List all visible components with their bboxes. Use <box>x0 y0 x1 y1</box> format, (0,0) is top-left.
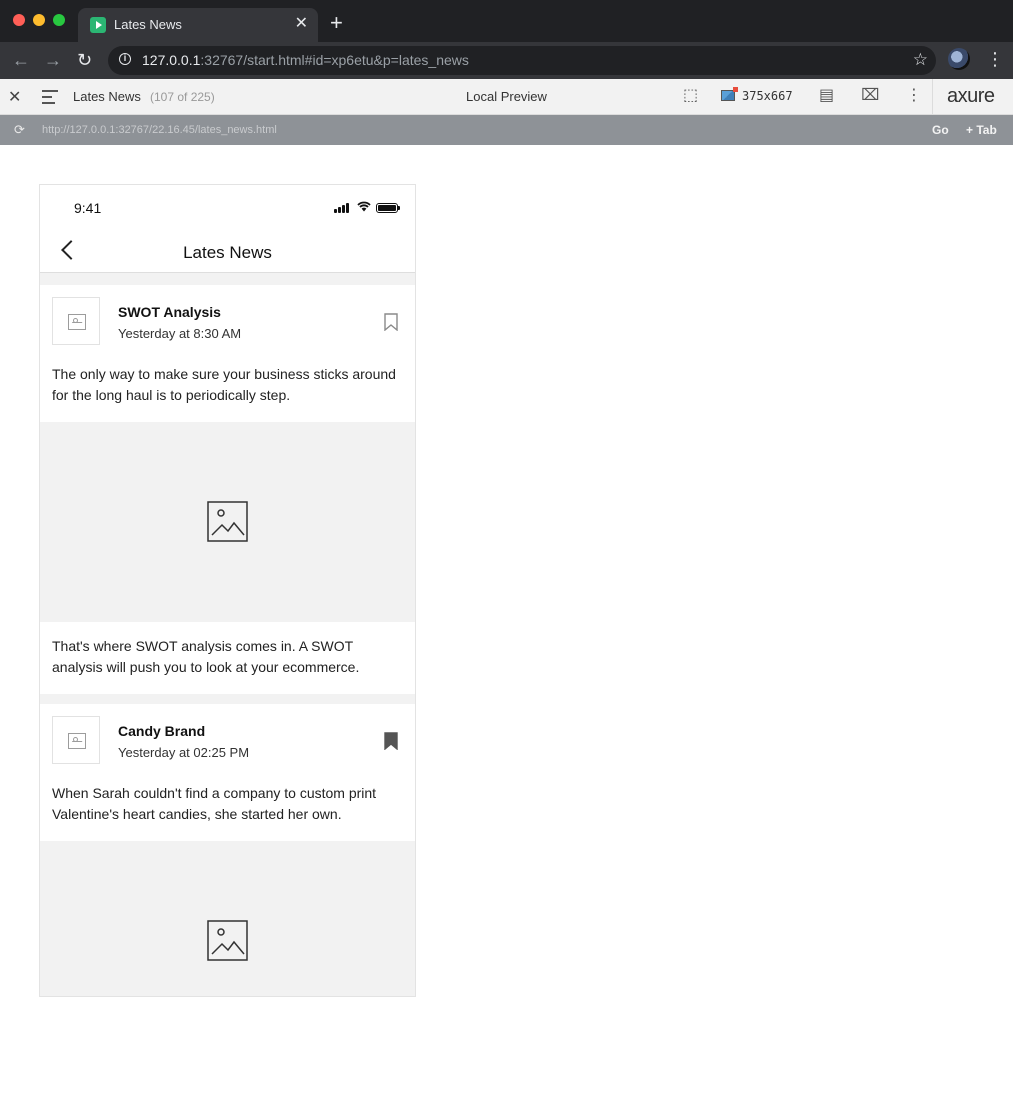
post-image <box>40 422 415 622</box>
back-arrow-icon[interactable]: ← <box>12 50 30 70</box>
refresh-icon[interactable]: ⟳ <box>14 122 25 138</box>
url-text[interactable]: 127.0.0.1:32767/start.html#id=xp6etu&p=l… <box>142 52 469 68</box>
kebab-menu-icon[interactable]: ⋮ <box>906 87 922 105</box>
notes-icon[interactable]: ▤ <box>819 87 834 105</box>
preview-url-strip: ⟳ http://127.0.0.1:32767/22.16.45/lates_… <box>0 115 1013 145</box>
variables-icon[interactable]: ⌧ <box>861 87 879 105</box>
news-card[interactable]: SWOT Analysis Yesterday at 8:30 AM The o… <box>40 285 415 422</box>
post-time: Yesterday at 8:30 AM <box>118 326 242 341</box>
post-time: Yesterday at 02:25 PM <box>118 745 250 760</box>
post-text: The only way to make sure your business … <box>52 366 396 403</box>
browser-tab[interactable]: Lates News ✕ <box>78 8 318 42</box>
news-card-caption: That's where SWOT analysis comes in. A S… <box>40 622 415 694</box>
post-image <box>40 841 415 996</box>
author-thumbnail <box>52 297 100 345</box>
bookmark-filled-icon[interactable] <box>384 732 398 750</box>
kebab-menu-icon[interactable]: ⋮ <box>986 49 1004 69</box>
inspect-cursor-icon[interactable]: ⬚ <box>683 87 698 105</box>
go-button[interactable]: Go <box>932 123 949 137</box>
image-placeholder-icon <box>68 733 86 749</box>
post-caption: That's where SWOT analysis comes in. A S… <box>52 638 360 675</box>
info-icon[interactable]: i <box>119 53 131 65</box>
page-name[interactable]: Lates News <box>73 89 141 104</box>
bookmark-outline-icon[interactable] <box>384 313 398 331</box>
tab-title: Lates News <box>114 17 182 32</box>
reload-icon[interactable]: ↻ <box>77 50 92 70</box>
post-title: SWOT Analysis <box>118 304 221 320</box>
image-placeholder-icon <box>207 501 248 542</box>
forward-arrow-icon[interactable]: → <box>44 50 62 70</box>
news-card[interactable]: Candy Brand Yesterday at 02:25 PM When S… <box>40 704 415 841</box>
page-title: Lates News <box>183 243 272 262</box>
status-bar: 9:41 <box>40 185 415 229</box>
device-size-label[interactable]: 375x667 <box>742 89 793 103</box>
battery-icon <box>376 203 400 213</box>
profile-avatar[interactable] <box>948 48 970 70</box>
close-icon[interactable]: ✕ <box>295 15 308 33</box>
browser-tab-bar: Lates News ✕ + <box>0 0 1013 42</box>
image-placeholder-icon <box>207 920 248 961</box>
url-host: 127.0.0.1 <box>142 52 201 68</box>
preview-mode-label: Local Preview <box>466 89 547 104</box>
axure-logo: axure <box>947 85 995 107</box>
wifi-icon <box>357 201 371 214</box>
window-minimize-button[interactable] <box>33 14 45 26</box>
author-thumbnail <box>52 716 100 764</box>
image-placeholder-icon <box>68 314 86 330</box>
toolbar-divider <box>932 79 933 114</box>
axure-toolbar: ✕ Lates News (107 of 225) Local Preview … <box>0 79 1013 115</box>
device-size-icon[interactable] <box>721 87 738 101</box>
status-time: 9:41 <box>74 200 102 216</box>
url-path: :32767/start.html#id=xp6etu&p=lates_news <box>200 52 469 68</box>
new-tab-button[interactable]: + Tab <box>966 123 997 137</box>
phone-prototype: 9:41 Lates News SWOT Analysis Yesterday … <box>40 185 415 996</box>
page-count: (107 of 225) <box>150 90 215 104</box>
star-icon[interactable]: ☆ <box>913 50 928 70</box>
nav-bar: Lates News <box>40 229 415 273</box>
close-icon[interactable]: ✕ <box>8 87 21 107</box>
address-bar[interactable]: i 127.0.0.1:32767/start.html#id=xp6etu&p… <box>108 46 936 75</box>
preview-url[interactable]: http://127.0.0.1:32767/22.16.45/lates_ne… <box>42 124 277 136</box>
hamburger-icon[interactable] <box>42 90 58 108</box>
window-zoom-button[interactable] <box>53 14 65 26</box>
browser-toolbar: ← → ↻ i 127.0.0.1:32767/start.html#id=xp… <box>0 42 1013 79</box>
plus-icon[interactable]: + <box>330 12 343 34</box>
favicon-play-icon <box>90 17 106 33</box>
signal-icon <box>334 203 351 213</box>
window-close-button[interactable] <box>13 14 25 26</box>
post-text: When Sarah couldn't find a company to cu… <box>52 785 377 822</box>
post-title: Candy Brand <box>118 723 206 739</box>
